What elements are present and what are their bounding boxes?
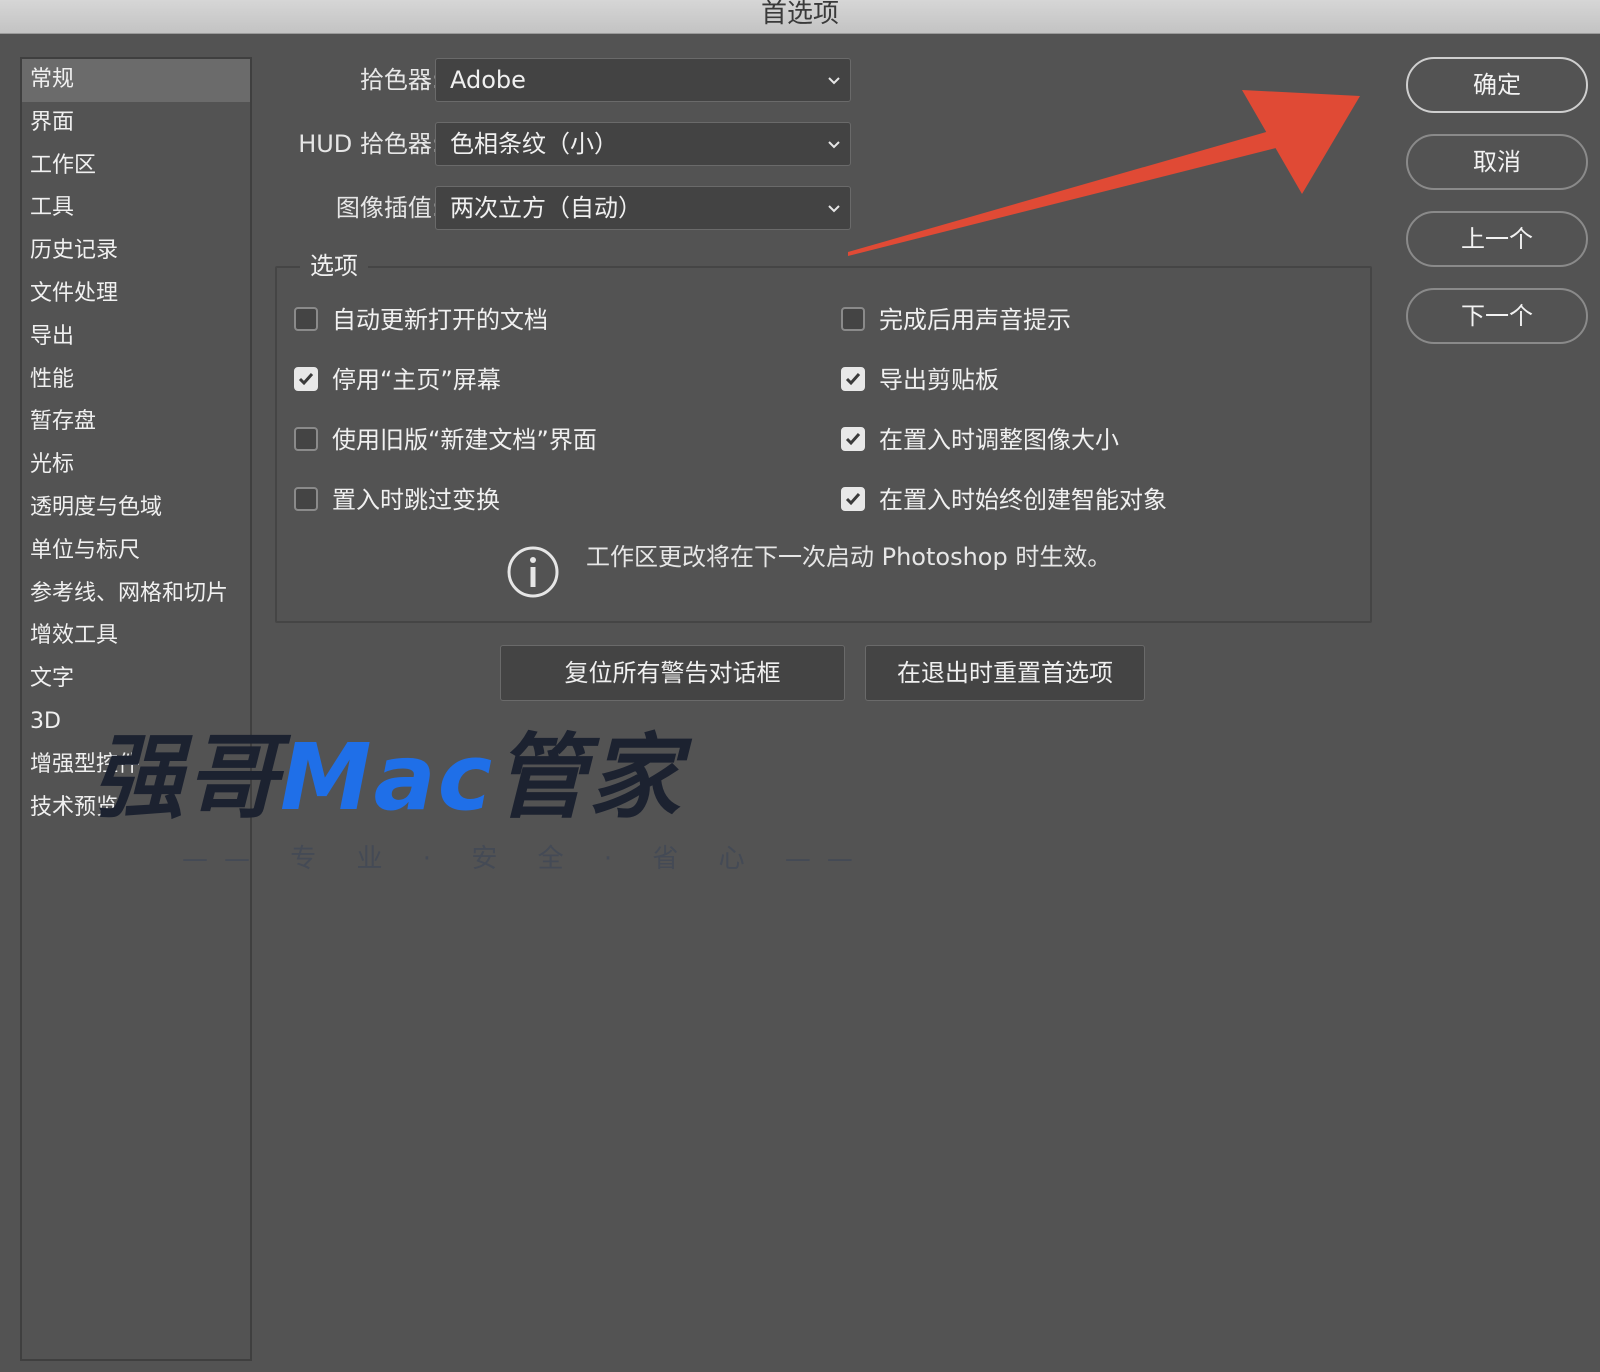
color-picker-label: 拾色器: (359, 66, 440, 94)
sidebar-item-history[interactable]: 历史记录 (22, 230, 250, 273)
reset-warnings-button[interactable]: 复位所有警告对话框 (500, 645, 845, 701)
color-picker-value: Adobe (450, 66, 526, 94)
beep-when-done-checkbox[interactable] (841, 307, 865, 331)
watermark-text-3: 管家 (494, 724, 683, 831)
checkmark-icon (298, 373, 314, 386)
image-interpolation-select[interactable]: 两次立方（自动） (435, 186, 851, 230)
hud-color-picker-label: HUD 拾色器: (298, 130, 440, 158)
sidebar-item-transparency-gamut[interactable]: 透明度与色域 (22, 487, 250, 530)
sidebar-item-plugins[interactable]: 增效工具 (22, 615, 250, 658)
annotation-arrow-icon (848, 90, 1360, 256)
sidebar-item-interface[interactable]: 界面 (22, 102, 250, 145)
cancel-button[interactable]: 取消 (1406, 134, 1588, 190)
legacy-new-doc-label: 使用旧版“新建文档”界面 (332, 426, 597, 454)
disable-home-screen-label: 停用“主页”屏幕 (332, 366, 501, 394)
watermark-text-1: 强哥 (92, 724, 281, 831)
always-smart-objects-checkbox[interactable] (841, 487, 865, 511)
checkmark-icon (845, 433, 861, 446)
hud-color-picker-row: HUD 拾色器: 色相条纹（小） (260, 122, 860, 166)
disable-home-screen-checkbox[interactable] (294, 367, 318, 391)
previous-button[interactable]: 上一个 (1406, 211, 1588, 267)
checkmark-icon (845, 493, 861, 506)
sidebar-item-general[interactable]: 常规 (22, 59, 250, 102)
info-message: 工作区更改将在下一次启动 Photoshop 时生效。 (586, 543, 1112, 571)
auto-update-docs-checkbox[interactable] (294, 307, 318, 331)
export-clipboard-label: 导出剪贴板 (879, 366, 999, 394)
color-picker-row: 拾色器: Adobe (260, 58, 860, 102)
color-picker-select[interactable]: Adobe (435, 58, 851, 102)
hud-color-picker-value: 色相条纹（小） (450, 130, 618, 158)
sidebar-item-file-handling[interactable]: 文件处理 (22, 273, 250, 316)
watermark-logo: 强哥Mac管家 (92, 728, 682, 828)
legacy-new-doc-checkbox[interactable] (294, 427, 318, 451)
resize-on-place-checkbox[interactable] (841, 427, 865, 451)
hud-color-picker-select[interactable]: 色相条纹（小） (435, 122, 851, 166)
export-clipboard-checkbox[interactable] (841, 367, 865, 391)
sidebar-item-cursors[interactable]: 光标 (22, 444, 250, 487)
next-button[interactable]: 下一个 (1406, 288, 1588, 344)
sidebar-item-export[interactable]: 导出 (22, 316, 250, 359)
sidebar-item-workspace[interactable]: 工作区 (22, 145, 250, 188)
watermark-tagline: —— 专 业 · 安 全 · 省 心 —— (182, 844, 869, 874)
preferences-sidebar: 常规 界面 工作区 工具 历史记录 文件处理 导出 性能 暂存盘 光标 透明度与… (20, 57, 252, 1361)
reset-on-quit-button[interactable]: 在退出时重置首选项 (865, 645, 1145, 701)
sidebar-item-units-rulers[interactable]: 单位与标尺 (22, 530, 250, 573)
sidebar-item-performance[interactable]: 性能 (22, 359, 250, 402)
sidebar-item-scratch-disks[interactable]: 暂存盘 (22, 401, 250, 444)
checkmark-icon (845, 373, 861, 386)
image-interpolation-label: 图像插值: (335, 194, 440, 222)
skip-transform-checkbox[interactable] (294, 487, 318, 511)
resize-on-place-label: 在置入时调整图像大小 (879, 426, 1119, 454)
beep-when-done-label: 完成后用声音提示 (879, 306, 1071, 334)
window-titlebar: 首选项 (0, 0, 1600, 34)
watermark: 强哥Mac管家 —— 专 业 · 安 全 · 省 心 —— (92, 728, 853, 875)
ok-button[interactable]: 确定 (1406, 57, 1588, 113)
always-smart-objects-label: 在置入时始终创建智能对象 (879, 486, 1167, 514)
sidebar-item-type[interactable]: 文字 (22, 658, 250, 701)
info-icon (507, 546, 559, 598)
sidebar-item-tools[interactable]: 工具 (22, 187, 250, 230)
sidebar-item-guides-grid-slices[interactable]: 参考线、网格和切片 (22, 573, 250, 616)
skip-transform-label: 置入时跳过变换 (332, 486, 500, 514)
image-interpolation-row: 图像插值: 两次立方（自动） (260, 186, 860, 230)
watermark-text-2: Mac (280, 724, 495, 831)
window-title: 首选项 (760, 0, 839, 29)
options-group-title: 选项 (300, 248, 368, 284)
auto-update-docs-label: 自动更新打开的文档 (332, 306, 548, 334)
image-interpolation-value: 两次立方（自动） (450, 194, 642, 222)
